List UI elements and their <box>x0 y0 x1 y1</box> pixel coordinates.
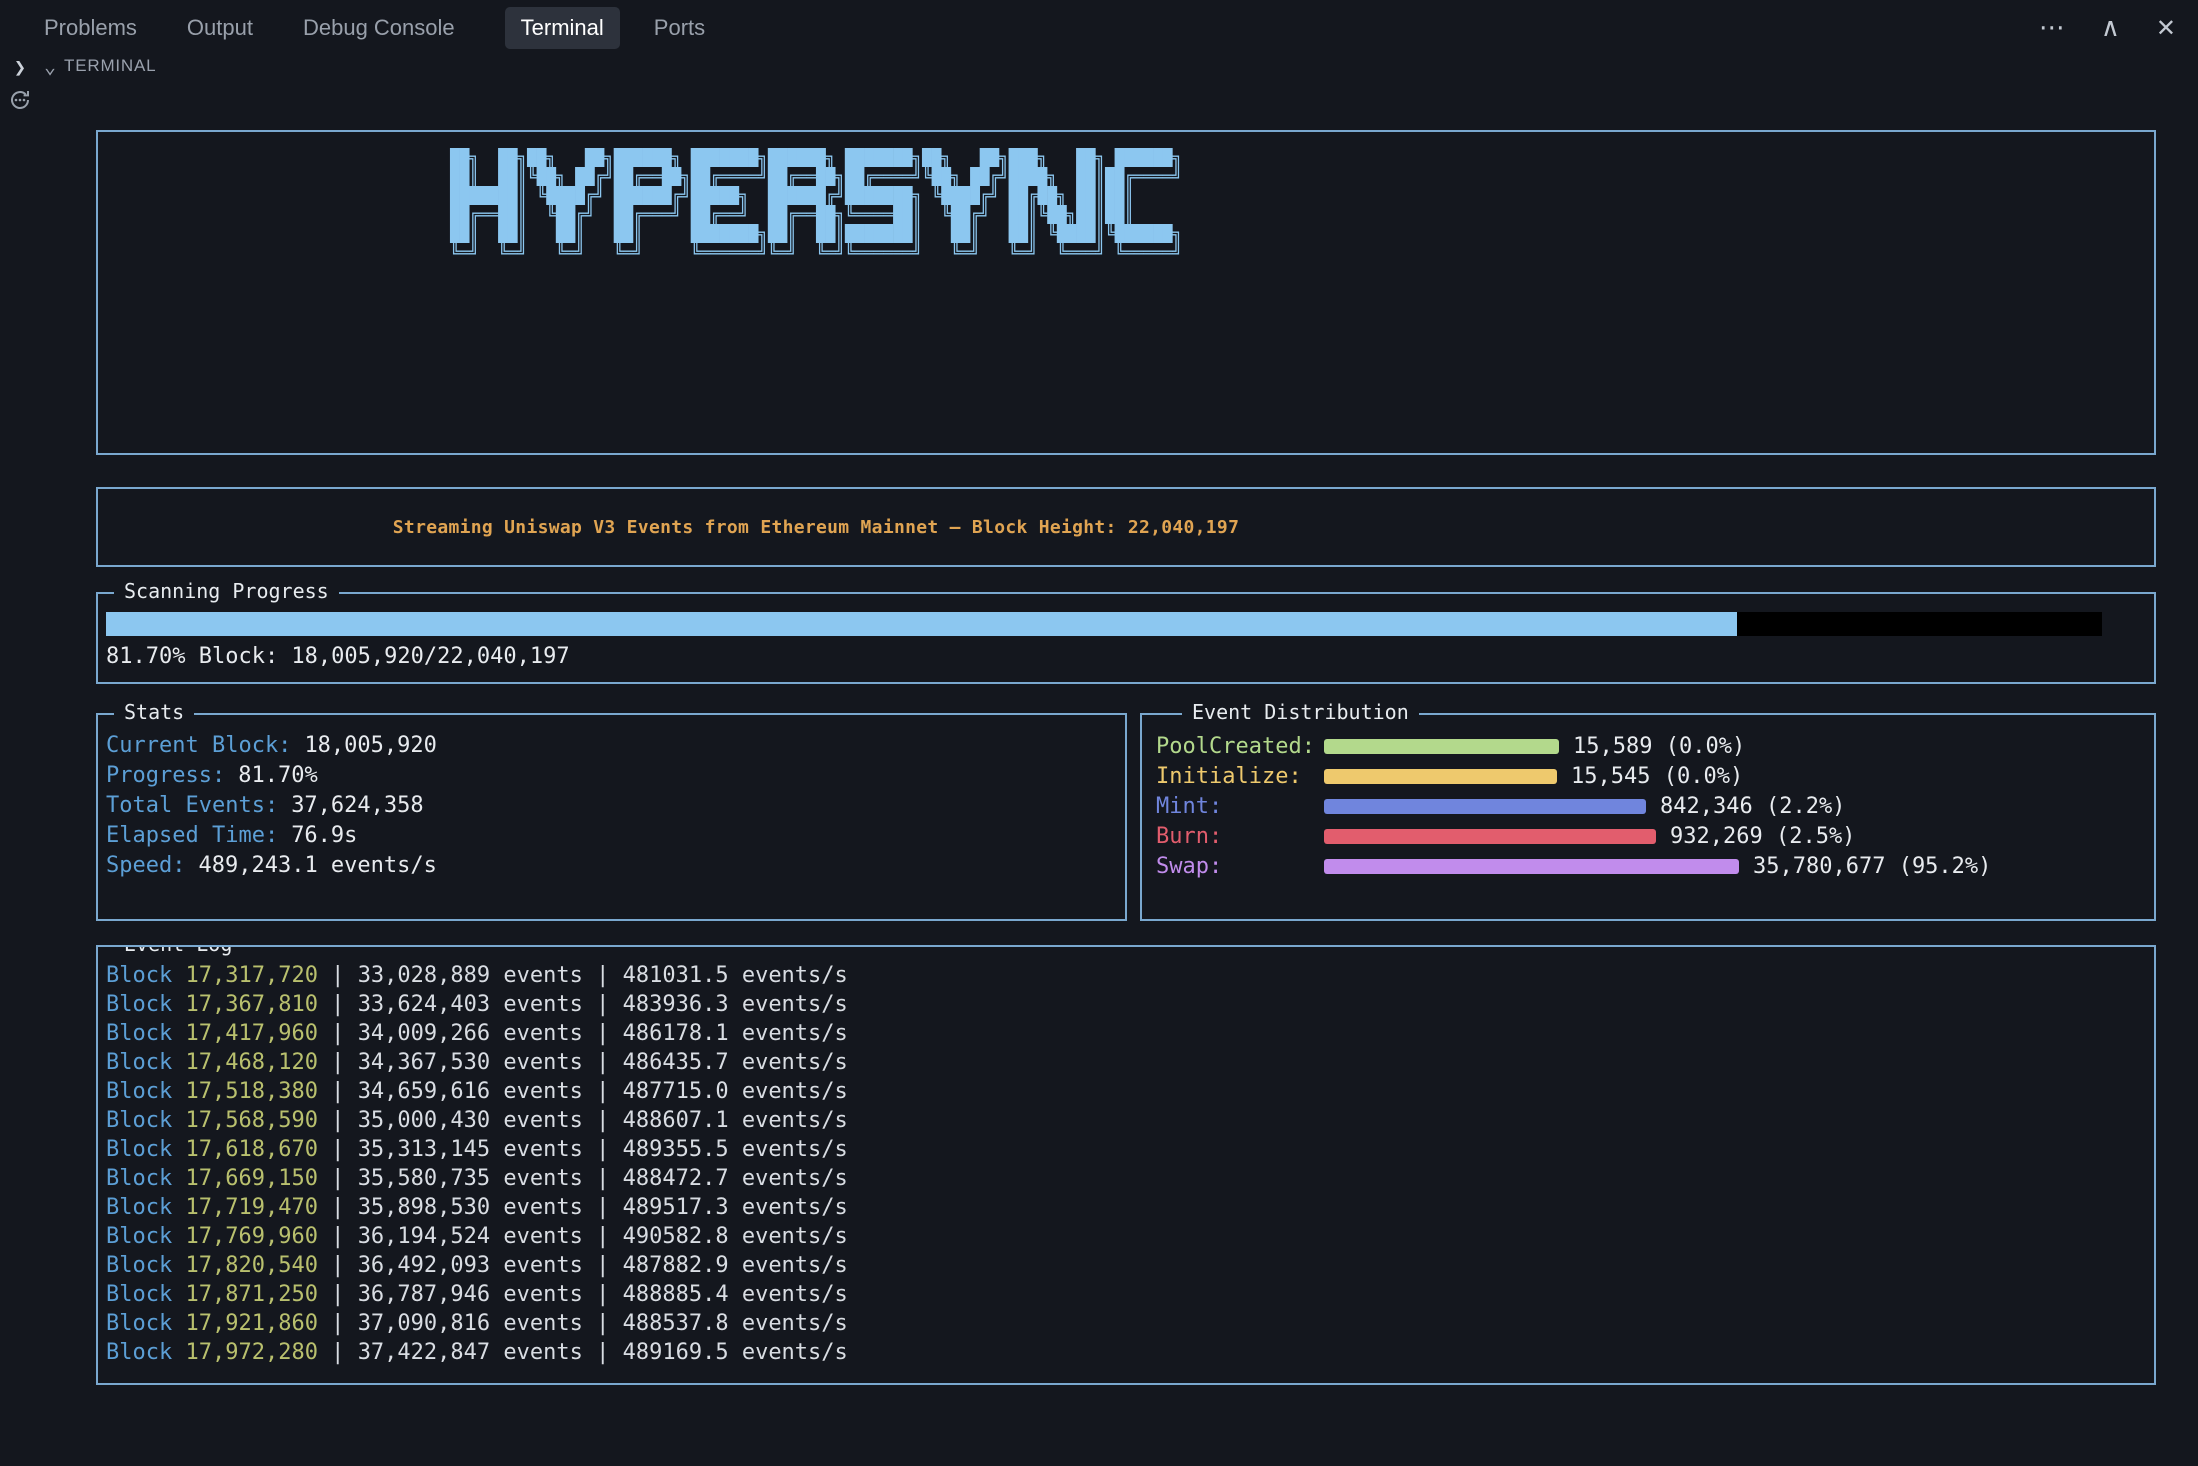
distribution-label: Burn: <box>1156 824 1324 849</box>
distribution-bar <box>1324 769 1557 784</box>
stat-label: Current Block: <box>106 733 291 758</box>
terminal-caption-label: TERMINAL <box>64 56 156 76</box>
panel-tabbar: Problems Output Debug Console Terminal P… <box>0 0 2198 56</box>
maximize-panel-icon[interactable]: ∧ <box>2101 15 2120 41</box>
log-row: Block 17,669,150 | 35,580,735 events | 4… <box>106 1164 2154 1193</box>
log-row: Block 17,518,380 | 34,659,616 events | 4… <box>106 1077 2154 1106</box>
tab-debug-console[interactable]: Debug Console <box>303 15 455 41</box>
tab-output[interactable]: Output <box>187 15 253 41</box>
distribution-value: 15,545 (0.0%) <box>1557 764 1743 789</box>
stats-box: Stats Current Block:18,005,920 Progress:… <box>96 713 1127 921</box>
stat-value: 81.70% <box>225 763 317 788</box>
stat-row: Speed:489,243.1 events/s <box>106 851 1125 881</box>
tab-ports[interactable]: Ports <box>654 15 705 41</box>
progress-bar-track <box>106 612 2102 636</box>
stats-title: Stats <box>114 700 194 724</box>
distribution-value: 35,780,677 (95.2%) <box>1739 854 1991 879</box>
distribution-label: Swap: <box>1156 854 1324 879</box>
distribution-value: 842,346 (2.2%) <box>1646 794 1845 819</box>
progress-status-text: 81.70% Block: 18,005,920/22,040,197 <box>98 644 2154 669</box>
scanning-progress-box: Scanning Progress 81.70% Block: 18,005,9… <box>96 592 2156 684</box>
stat-row: Current Block:18,005,920 <box>106 731 1125 761</box>
stat-value: 37,624,358 <box>278 793 423 818</box>
distribution-label: Initialize: <box>1156 764 1324 789</box>
stat-row: Progress:81.70% <box>106 761 1125 791</box>
event-distribution-box: Event Distribution PoolCreated: 15,589 (… <box>1140 713 2156 921</box>
log-row: Block 17,317,720 | 33,028,889 events | 4… <box>106 961 2154 990</box>
stat-value: 76.9s <box>278 823 357 848</box>
distribution-row: Initialize: 15,545 (0.0%) <box>1156 761 2154 791</box>
log-row: Block 17,417,960 | 34,009,266 events | 4… <box>106 1019 2154 1048</box>
terminal-content: ██╗ ██╗██╗ ██╗██████╗ ███████╗██████╗ ██… <box>96 130 2156 1385</box>
stat-row: Total Events:37,624,358 <box>106 791 1125 821</box>
distribution-bar <box>1324 829 1656 844</box>
terminal-caption[interactable]: ⌄ TERMINAL <box>44 56 156 76</box>
stream-info-text: Streaming Uniswap V3 Events from Ethereu… <box>393 517 1239 538</box>
stat-value: 18,005,920 <box>291 733 436 758</box>
log-row: Block 17,568,590 | 35,000,430 events | 4… <box>106 1106 2154 1135</box>
more-actions-icon[interactable]: ⋯ <box>2039 15 2065 41</box>
stream-info-box: Streaming Uniswap V3 Events from Ethereu… <box>96 487 2156 567</box>
close-panel-icon[interactable]: ✕ <box>2156 16 2176 40</box>
distribution-bar <box>1324 799 1646 814</box>
stats-distribution-row: Stats Current Block:18,005,920 Progress:… <box>96 713 2156 921</box>
distribution-row: PoolCreated: 15,589 (0.0%) <box>1156 731 2154 761</box>
distribution-bar <box>1324 859 1739 874</box>
sync-icon[interactable] <box>8 88 32 116</box>
hypersync-ascii-banner: ██╗ ██╗██╗ ██╗██████╗ ███████╗██████╗ ██… <box>450 148 1182 262</box>
log-row: Block 17,719,470 | 35,898,530 events | 4… <box>106 1193 2154 1222</box>
progress-bar-fill <box>106 612 1737 636</box>
stat-label: Elapsed Time: <box>106 823 278 848</box>
distribution-bar <box>1324 739 1559 754</box>
panel-actions: ⋯ ∧ ✕ <box>2039 15 2176 41</box>
log-row: Block 17,820,540 | 36,492,093 events | 4… <box>106 1251 2154 1280</box>
distribution-row: Burn: 932,269 (2.5%) <box>1156 821 2154 851</box>
log-row: Block 17,367,810 | 33,624,403 events | 4… <box>106 990 2154 1019</box>
stat-label: Total Events: <box>106 793 278 818</box>
tab-problems[interactable]: Problems <box>44 15 137 41</box>
distribution-label: PoolCreated: <box>1156 734 1324 759</box>
log-row: Block 17,871,250 | 36,787,946 events | 4… <box>106 1280 2154 1309</box>
banner-box: ██╗ ██╗██╗ ██╗██████╗ ███████╗██████╗ ██… <box>96 130 2156 455</box>
log-row: Block 17,972,280 | 37,422,847 events | 4… <box>106 1338 2154 1367</box>
event-log-title: Event Log <box>114 945 242 956</box>
event-log-box: Event Log Block 17,317,720 | 33,028,889 … <box>96 945 2156 1385</box>
distribution-value: 15,589 (0.0%) <box>1559 734 1745 759</box>
chevron-right-icon[interactable]: ❯ <box>14 55 26 79</box>
distribution-row: Mint: 842,346 (2.2%) <box>1156 791 2154 821</box>
distribution-row: Swap: 35,780,677 (95.2%) <box>1156 851 2154 881</box>
stat-value: 489,243.1 events/s <box>185 853 436 878</box>
distribution-label: Mint: <box>1156 794 1324 819</box>
stat-label: Speed: <box>106 853 185 878</box>
log-row: Block 17,769,960 | 36,194,524 events | 4… <box>106 1222 2154 1251</box>
event-distribution-title: Event Distribution <box>1182 700 1419 724</box>
stat-row: Elapsed Time:76.9s <box>106 821 1125 851</box>
stat-label: Progress: <box>106 763 225 788</box>
scanning-progress-title: Scanning Progress <box>114 579 339 603</box>
log-row: Block 17,468,120 | 34,367,530 events | 4… <box>106 1048 2154 1077</box>
log-row: Block 17,921,860 | 37,090,816 events | 4… <box>106 1309 2154 1338</box>
chevron-down-icon[interactable]: ⌄ <box>44 56 56 76</box>
tab-terminal[interactable]: Terminal <box>505 7 620 49</box>
distribution-value: 932,269 (2.5%) <box>1656 824 1855 849</box>
log-row: Block 17,618,670 | 35,313,145 events | 4… <box>106 1135 2154 1164</box>
